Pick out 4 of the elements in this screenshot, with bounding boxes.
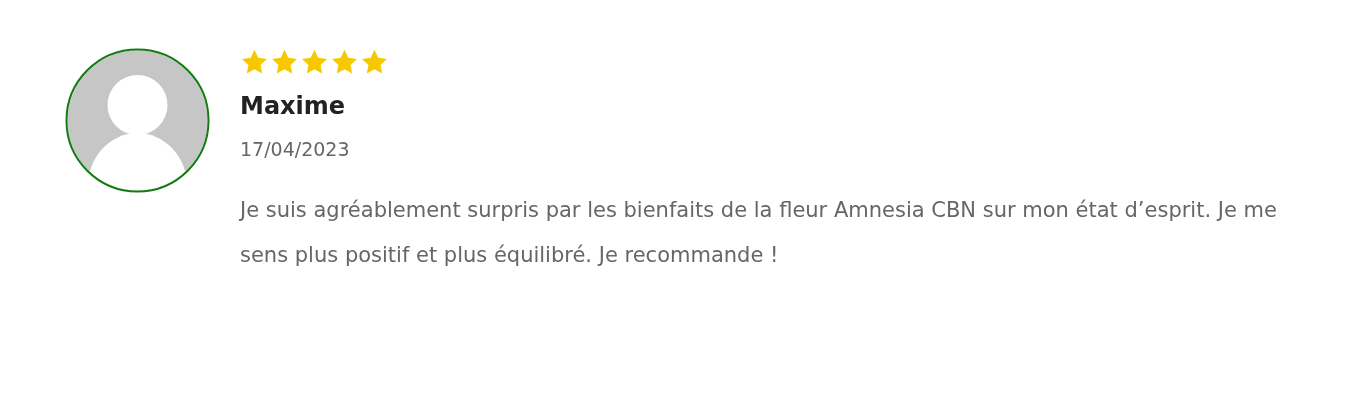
avatar-icon (65, 48, 210, 193)
review-date: 17/04/2023 (240, 138, 351, 160)
reviewer-name: Maxime (240, 92, 347, 120)
review-text: Je suis agréablement surpris par les bienfaits de la fleur Amnesia CBN sur mon état d’esprit. Je me sens plus positif et plus équilibré. Je recommande ! (240, 197, 1278, 269)
